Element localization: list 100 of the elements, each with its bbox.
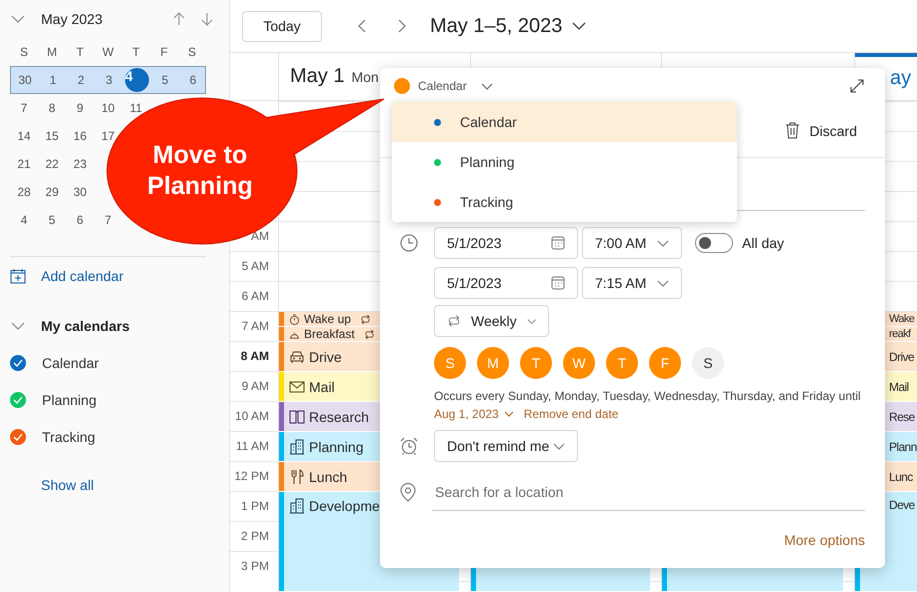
calendar-add-icon <box>10 268 26 284</box>
day-date: May 1 <box>290 65 344 88</box>
weekday-label: S <box>18 44 29 61</box>
arrow-down-icon[interactable] <box>201 12 213 26</box>
hour-label: 1 PM <box>240 499 269 513</box>
calendar-day[interactable]: 22 <box>45 157 59 171</box>
book-icon <box>289 408 305 424</box>
calendar-day[interactable]: 30 <box>73 185 87 199</box>
calendar-day[interactable]: 29 <box>45 185 59 199</box>
chevron-left-icon[interactable] <box>358 19 366 33</box>
calendar-checkbox[interactable] <box>10 354 26 370</box>
expand-icon[interactable] <box>850 79 864 93</box>
calendar-day[interactable]: 2 <box>78 73 84 87</box>
building-icon <box>289 438 305 454</box>
calendar-day[interactable]: 28 <box>17 185 31 199</box>
hour-label: 6 AM <box>242 289 269 303</box>
calendar-day[interactable]: 6 <box>190 73 196 87</box>
calendar-menu-item[interactable]: Planning <box>392 142 737 182</box>
car-icon <box>289 348 305 364</box>
calendar-day[interactable]: 9 <box>76 101 84 115</box>
calendar-day[interactable]: 6 <box>76 213 84 227</box>
calendar-picker[interactable]: Calendar <box>418 79 467 93</box>
chevron-down-icon <box>553 442 565 450</box>
calendar-day[interactable]: 3 <box>106 73 112 87</box>
calendar-icon <box>551 236 565 250</box>
chevron-down-icon[interactable] <box>572 22 586 30</box>
calendar-day[interactable]: 10 <box>101 101 115 115</box>
calendar-icon <box>551 276 565 290</box>
remove-end-date-link[interactable]: Remove end date <box>524 405 618 423</box>
hour-label: 5 AM <box>242 259 269 273</box>
reminder-dropdown[interactable]: Don't remind me <box>434 430 578 462</box>
chevron-down-icon <box>504 411 514 417</box>
repeat-dropdown[interactable]: Weekly <box>434 305 549 337</box>
start-time-dropdown[interactable]: 7:00 AM <box>582 227 682 259</box>
chevron-down-icon <box>657 240 669 246</box>
calendar-day[interactable]: 4 <box>125 68 149 92</box>
checkmark-icon <box>13 396 23 404</box>
end-date-field[interactable]: 5/1/2023 <box>434 267 578 299</box>
calendar-day[interactable]: 15 <box>45 129 59 143</box>
calendar-day[interactable]: 14 <box>17 129 31 143</box>
calendar-day[interactable]: 17 <box>101 129 115 143</box>
checkmark-icon <box>13 358 23 366</box>
date-range-title[interactable]: May 1–5, 2023 <box>430 14 562 38</box>
calendar-day[interactable]: 21 <box>17 157 31 171</box>
building-icon <box>289 498 305 514</box>
trash-icon <box>784 122 800 139</box>
calendar-day[interactable]: 23 <box>73 157 87 171</box>
location-field[interactable]: Search for a location <box>432 474 865 510</box>
clock-icon <box>400 234 418 252</box>
hour-label: 10 AM <box>234 409 269 423</box>
calendar-day[interactable]: 8 <box>48 101 56 115</box>
add-calendar-link[interactable]: Add calendar <box>41 268 124 284</box>
calendar-checkbox[interactable] <box>10 392 26 408</box>
discard-button[interactable]: Discard <box>784 122 857 139</box>
weekday-label: M <box>46 44 58 61</box>
calendar-name: Planning <box>42 392 96 408</box>
calendar-day[interactable]: 5 <box>162 73 168 87</box>
show-all-link[interactable]: Show all <box>41 476 94 492</box>
calendar-name: Calendar <box>42 354 99 370</box>
calendar-day[interactable]: 30 <box>18 73 32 87</box>
hour-label: 2 PM <box>240 529 269 543</box>
chevron-right-icon[interactable] <box>398 19 406 33</box>
checkmark-icon <box>13 432 23 440</box>
stopwatch-icon <box>289 314 300 324</box>
alarm-clock-icon <box>400 437 418 455</box>
hour-label: 12 PM <box>234 469 269 483</box>
hour-label: 9 AM <box>242 379 269 393</box>
calendar-name: Tracking <box>42 428 96 444</box>
section-title: My calendars <box>41 318 130 334</box>
calendar-day[interactable]: 7 <box>104 213 112 227</box>
all-day-toggle[interactable] <box>695 233 733 253</box>
chevron-down-icon <box>657 280 669 286</box>
day-date: ay <box>890 67 912 90</box>
weekday-name: Mon <box>351 68 379 84</box>
calendar-checkbox[interactable] <box>10 428 26 444</box>
weekday-label: F <box>159 44 169 61</box>
end-time-dropdown[interactable]: 7:15 AM <box>582 267 682 299</box>
calendar-day[interactable]: 1 <box>50 73 56 87</box>
chevron-down-icon <box>526 318 536 324</box>
callout-text: Move to Planning <box>146 140 254 202</box>
calendar-day[interactable]: 5 <box>48 213 56 227</box>
hour-label: AM <box>251 229 269 243</box>
envelope-icon <box>289 378 305 394</box>
today-button[interactable]: Today <box>242 10 322 42</box>
calendar-day[interactable]: 7 <box>20 101 28 115</box>
month-title: May 2023 <box>41 11 104 27</box>
weekday-label: S <box>186 44 197 61</box>
calendar-menu-item[interactable]: Calendar <box>392 102 737 142</box>
start-date-field[interactable]: 5/1/2023 <box>434 227 578 259</box>
chevron-down-icon[interactable] <box>480 82 493 90</box>
calendar-menu-item[interactable]: Tracking <box>392 182 737 222</box>
calendar-day[interactable]: 11 <box>130 101 142 115</box>
arrow-up-icon[interactable] <box>173 12 185 26</box>
weekday-label: T <box>131 44 141 61</box>
fork-knife-icon <box>289 468 305 484</box>
weekday-toggle[interactable]: S <box>692 347 724 379</box>
hour-label: 3 PM <box>240 559 269 573</box>
calendar-day[interactable]: 4 <box>20 213 28 227</box>
calendar-day[interactable]: 16 <box>73 129 87 143</box>
weekday-label: T <box>75 44 85 61</box>
